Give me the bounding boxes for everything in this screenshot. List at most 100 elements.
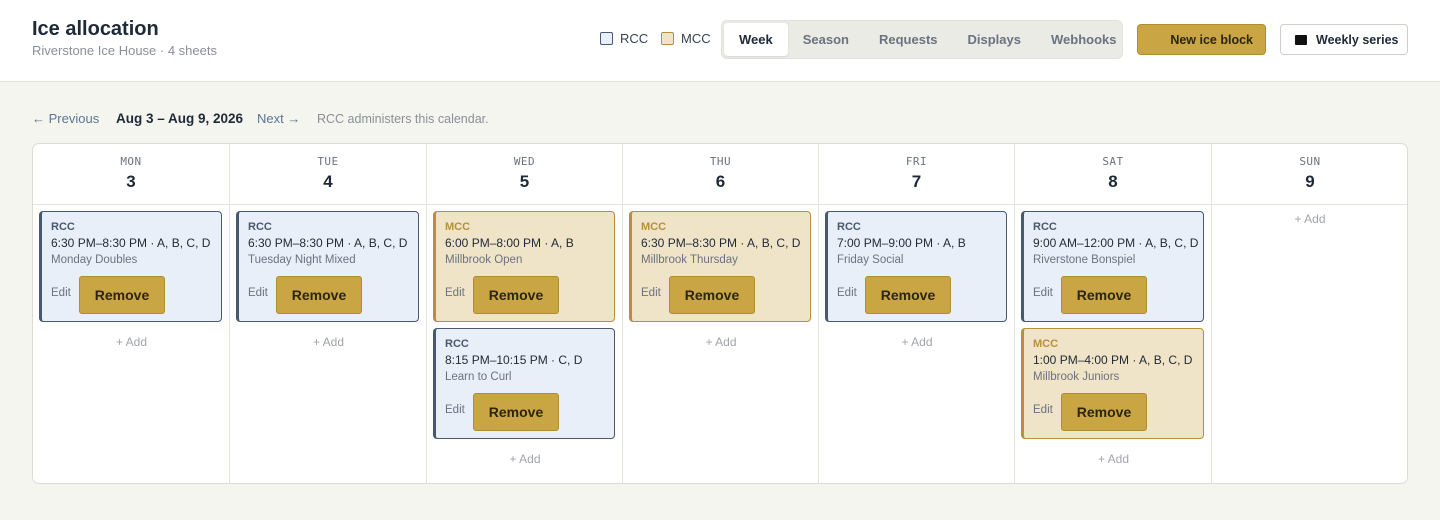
block-name: Learn to Curl — [445, 371, 512, 383]
legend-mcc: MCC — [661, 31, 711, 46]
edit-block-link[interactable]: Edit — [248, 287, 268, 299]
block-name: Millbrook Thursday — [641, 254, 738, 266]
block-org: MCC — [641, 221, 667, 233]
block-name: Friday Social — [837, 254, 904, 266]
weekly-series-label: Weekly series — [1316, 32, 1399, 47]
tab-webhooks[interactable]: Webhooks — [1036, 23, 1132, 56]
day-number: 3 — [126, 172, 136, 191]
day-column-mon: MON 3 RCC 6:30 PM–8:30 PM · A, B, C, D Monda… — [33, 144, 230, 483]
ice-block[interactable]: RCC 7:00 PM–9:00 PM · A, B Friday Social Ed… — [825, 211, 1007, 322]
legend-mcc-swatch — [661, 32, 674, 45]
tab-displays[interactable]: Displays — [953, 23, 1036, 56]
remove-block-button[interactable]: Remove — [276, 276, 362, 314]
day-column-tue: TUE 4 RCC 6:30 PM–8:30 PM · A, B, C, D Tuesd… — [230, 144, 427, 483]
block-org: RCC — [51, 221, 75, 233]
block-name: Riverstone Bonspiel — [1033, 254, 1136, 266]
day-header: WED 5 — [427, 144, 622, 205]
tab-requests[interactable]: Requests — [864, 23, 953, 56]
block-name: Millbrook Open — [445, 254, 523, 266]
day-number: 5 — [519, 172, 530, 191]
block-org: RCC — [445, 338, 469, 350]
week-range: Aug 3 – Aug 9, 2026 — [116, 111, 244, 126]
ice-block[interactable]: RCC 8:15 PM–10:15 PM · C, D Learn to Curl E… — [433, 328, 615, 439]
day-name: SUN — [1299, 155, 1321, 168]
block-time: 8:15 PM–10:15 PM · C, D — [445, 353, 583, 367]
page-subtitle: Riverstone Ice House · 4 sheets — [32, 43, 217, 58]
block-time: 6:00 PM–8:00 PM · A, B — [445, 236, 574, 250]
admin-note: RCC administers this calendar. — [317, 112, 489, 126]
ice-block[interactable]: RCC 6:30 PM–8:30 PM · A, B, C, D Tuesday N… — [236, 211, 419, 322]
remove-block-button[interactable]: Remove — [669, 276, 755, 314]
remove-block-button[interactable]: Remove — [473, 276, 559, 314]
remove-block-button[interactable]: Remove — [79, 276, 165, 314]
block-time: 6:30 PM–8:30 PM · A, B, C, D — [641, 236, 801, 250]
day-number: 9 — [1305, 172, 1315, 191]
block-org: RCC — [1033, 221, 1057, 233]
weekly-series-button[interactable]: Weekly series — [1280, 24, 1408, 55]
ice-block[interactable]: MCC 6:30 PM–8:30 PM · A, B, C, D Millbrook… — [629, 211, 811, 322]
remove-block-button[interactable]: Remove — [1061, 276, 1147, 314]
block-org: RCC — [837, 221, 861, 233]
legend-rcc-label: RCC — [620, 31, 649, 46]
day-header: FRI 7 — [819, 144, 1014, 205]
day-column-thu: THU 6 MCC 6:30 PM–8:30 PM · A, B, C, D Millb… — [623, 144, 819, 483]
page-title: Ice allocation — [32, 18, 159, 40]
day-header: MON 3 — [33, 144, 229, 205]
edit-block-link[interactable]: Edit — [445, 287, 465, 299]
day-number: 4 — [323, 172, 333, 191]
day-name: WED — [513, 155, 536, 168]
block-time: 7:00 PM–9:00 PM · A, B — [837, 236, 966, 250]
block-name: Tuesday Night Mixed — [248, 254, 356, 266]
day-column-fri: FRI 7 RCC 7:00 PM–9:00 PM · A, B Friday Soci… — [819, 144, 1015, 483]
tab-season[interactable]: Season — [788, 23, 864, 56]
ice-block[interactable]: MCC 6:00 PM–8:00 PM · A, B Millbrook Open E… — [433, 211, 615, 322]
day-name: SAT — [1102, 155, 1124, 168]
tab-week[interactable]: Week — [724, 23, 788, 56]
edit-block-link[interactable]: Edit — [1033, 287, 1053, 299]
edit-block-link[interactable]: Edit — [1033, 404, 1053, 416]
legend-mcc-label: MCC — [681, 31, 711, 46]
add-block-link[interactable]: + Add — [623, 335, 819, 349]
add-block-link[interactable]: + Add — [230, 335, 427, 349]
edit-block-link[interactable]: Edit — [837, 287, 857, 299]
day-name: THU — [709, 155, 732, 168]
series-square-icon — [1295, 34, 1307, 45]
view-tabs: Week Season Requests Displays Webhooks — [721, 20, 1123, 59]
new-ice-block-button[interactable]: New ice block — [1137, 24, 1266, 55]
add-block-link[interactable]: + Add — [1212, 212, 1407, 226]
day-name: TUE — [317, 155, 339, 168]
block-org: RCC — [248, 221, 272, 233]
ice-block[interactable]: MCC 1:00 PM–4:00 PM · A, B, C, D Millbrook… — [1021, 328, 1204, 439]
block-time: 9:00 AM–12:00 PM · A, B, C, D — [1033, 236, 1199, 250]
remove-block-button[interactable]: Remove — [865, 276, 951, 314]
day-header: THU 6 — [623, 144, 818, 205]
add-block-link[interactable]: + Add — [33, 335, 230, 349]
day-number: 8 — [1108, 172, 1118, 191]
legend-rcc: RCC — [600, 31, 648, 46]
add-block-link[interactable]: + Add — [819, 335, 1015, 349]
remove-block-button[interactable]: Remove — [1061, 393, 1147, 431]
previous-week-link[interactable]: ← Previous — [32, 111, 99, 126]
day-column-sat: SAT 8 RCC 9:00 AM–12:00 PM · A, B, C, D Rive… — [1015, 144, 1212, 483]
day-name: FRI — [905, 155, 928, 168]
block-time: 6:30 PM–8:30 PM · A, B, C, D — [51, 236, 211, 250]
add-block-link[interactable]: + Add — [427, 452, 623, 466]
day-column-wed: WED 5 MCC 6:00 PM–8:00 PM · A, B Millbrook O… — [427, 144, 623, 483]
next-week-link[interactable]: Next → — [257, 111, 300, 126]
ice-block[interactable]: RCC 6:30 PM–8:30 PM · A, B, C, D Monday Do… — [39, 211, 222, 322]
day-name: MON — [120, 155, 142, 168]
remove-block-button[interactable]: Remove — [473, 393, 559, 431]
add-block-link[interactable]: + Add — [1015, 452, 1212, 466]
top-bar: Ice allocation Riverstone Ice House · 4 … — [0, 0, 1440, 82]
ice-block[interactable]: RCC 9:00 AM–12:00 PM · A, B, C, D Riversto… — [1021, 211, 1204, 322]
block-name: Monday Doubles — [51, 254, 138, 266]
day-header: SUN 9 — [1212, 144, 1407, 205]
block-name: Millbrook Juniors — [1033, 371, 1120, 383]
edit-block-link[interactable]: Edit — [445, 404, 465, 416]
block-org: MCC — [1033, 338, 1059, 350]
edit-block-link[interactable]: Edit — [641, 287, 661, 299]
day-header: SAT 8 — [1015, 144, 1211, 205]
day-column-sun: SUN 9 + Add — [1212, 144, 1407, 483]
edit-block-link[interactable]: Edit — [51, 287, 71, 299]
day-number: 7 — [911, 172, 922, 191]
